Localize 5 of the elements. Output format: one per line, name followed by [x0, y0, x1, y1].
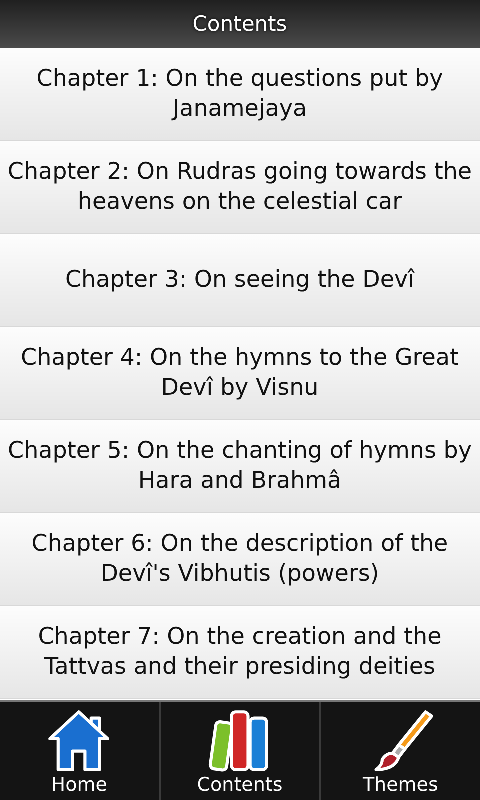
house-icon	[46, 708, 112, 774]
tab-button[interactable]: Contents	[158, 702, 320, 800]
tab-button[interactable]: Themes	[319, 702, 480, 800]
screen-title: Contents	[192, 12, 288, 36]
tab-button[interactable]: Home	[0, 702, 159, 800]
